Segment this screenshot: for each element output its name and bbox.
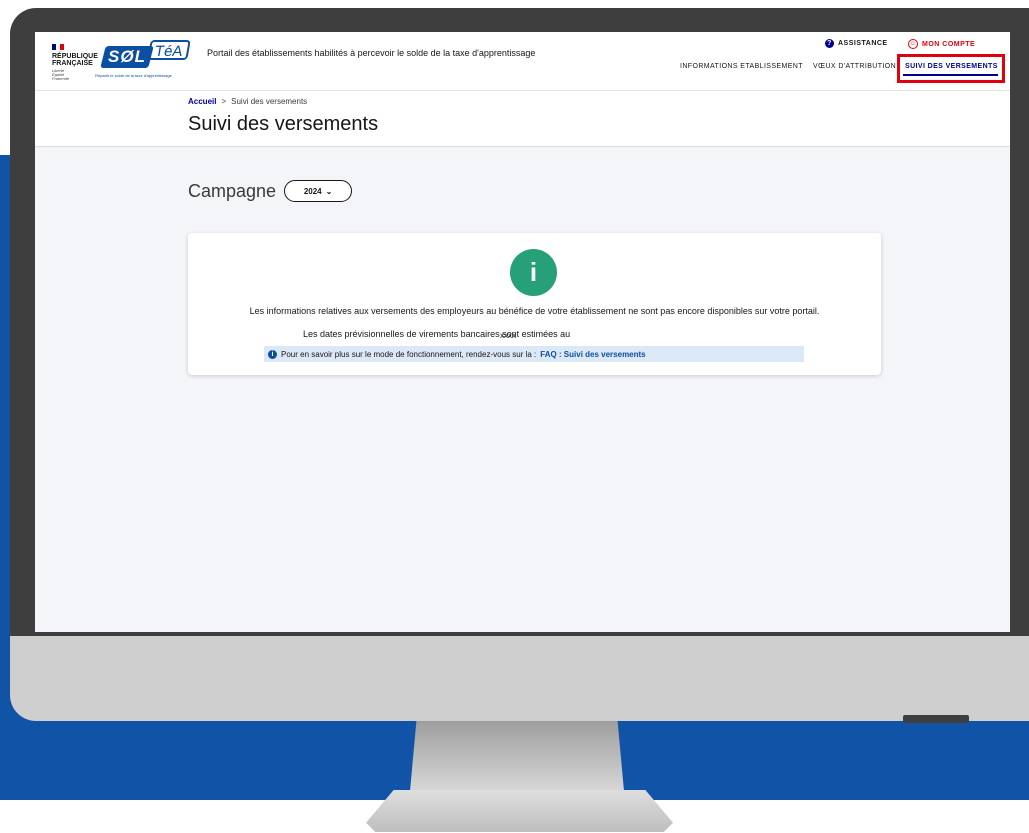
monitor-chin <box>10 632 1029 721</box>
nav-informations-etablissement[interactable]: INFORMATIONS ETABLISSEMENT <box>680 63 803 70</box>
portal-title: Portail des établissements habilités à p… <box>207 48 536 58</box>
unavailable-message: Les informations relatives aux versement… <box>249 306 820 316</box>
info-small-icon: i <box>268 349 277 359</box>
site-header: RÉPUBLIQUE FRANÇAISE Liberté Égalité Fra… <box>35 32 1010 90</box>
chevron-down-icon: ⌄ <box>325 186 333 196</box>
dates-label: Les dates prévisionnelles de virements b… <box>303 329 571 339</box>
page-title: Suivi des versements <box>188 113 379 135</box>
highlight-annotation <box>897 54 1005 83</box>
campaign-row: Campagne 2024 ⌄ <box>188 180 353 202</box>
question-icon: ? <box>825 39 834 48</box>
campaign-year-select[interactable]: 2024 ⌄ <box>284 180 353 202</box>
screen: RÉPUBLIQUE FRANÇAISE Liberté Égalité Fra… <box>35 32 1010 632</box>
campaign-label: Campagne <box>188 180 277 201</box>
assistance-label: ASSISTANCE <box>838 40 888 47</box>
nav-voeux-attribution[interactable]: VŒUX D'ATTRIBUTION <box>813 63 896 70</box>
tea-logo[interactable]: TéA <box>147 40 191 60</box>
info-icon: i <box>510 249 557 296</box>
account-label: MON COMPTE <box>922 40 976 48</box>
breadcrumb-separator-icon: > <box>221 97 227 106</box>
sol-logo-text[interactable]: SØL <box>107 46 147 68</box>
dates-value: xxxx <box>500 331 516 340</box>
breadcrumb: Accueil > Suivi des versements <box>188 97 307 106</box>
info-card: i Les informations relatives aux verseme… <box>188 233 881 375</box>
account-link[interactable]: ☺ MON COMPTE <box>908 39 975 49</box>
campaign-year-value: 2024 <box>303 186 322 196</box>
monitor-stand-neck <box>410 721 624 791</box>
user-icon: ☺ <box>908 39 918 49</box>
republique-francaise-label: RÉPUBLIQUE FRANÇAISE <box>52 53 98 67</box>
breadcrumb-home[interactable]: Accueil <box>188 97 216 106</box>
logo-tagline: Répartir le solde de la taxe d'apprentis… <box>95 73 172 78</box>
breadcrumb-current: Suivi des versements <box>231 97 308 106</box>
marianne-flag-icon <box>52 44 64 50</box>
faq-notice: i Pour en savoir plus sur le mode de fon… <box>264 346 804 362</box>
faq-link[interactable]: FAQ : Suivi des versements <box>540 350 645 359</box>
title-band: Accueil > Suivi des versements Suivi des… <box>35 90 1010 147</box>
assistance-link[interactable]: ? ASSISTANCE <box>825 39 888 48</box>
faq-text: Pour en savoir plus sur le mode de fonct… <box>281 349 537 359</box>
republic-motto: Liberté Égalité Fraternité <box>52 68 70 81</box>
monitor-stand-base <box>366 790 673 832</box>
monitor-tab <box>903 715 969 723</box>
